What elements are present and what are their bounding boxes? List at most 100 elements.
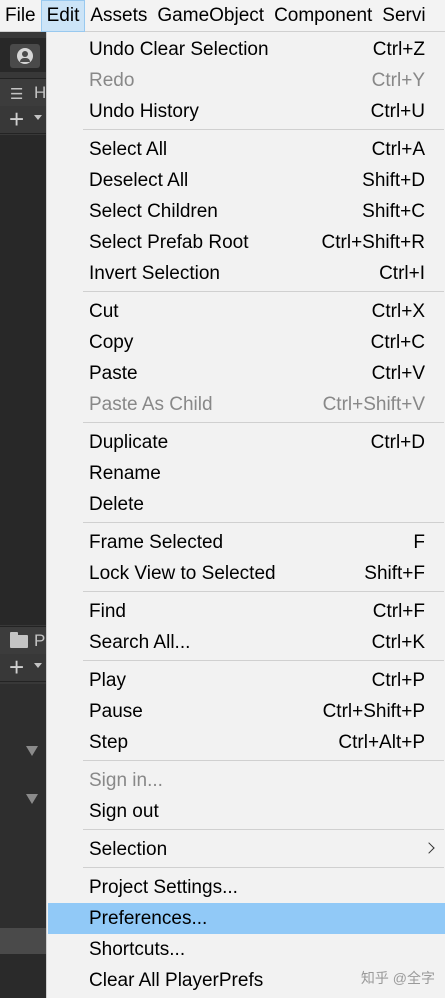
- menu-item-label: Paste As Child: [89, 394, 213, 415]
- expand-triangle-icon[interactable]: [26, 746, 38, 756]
- menu-item-preferences[interactable]: Preferences...: [48, 903, 445, 934]
- menu-item-rename[interactable]: Rename: [48, 458, 445, 489]
- menu-item-label: Shortcuts...: [89, 939, 186, 960]
- menu-item-select-all[interactable]: Select All Ctrl+A: [48, 134, 445, 165]
- editor-background: ☰ H + P +: [0, 32, 46, 998]
- add-icon[interactable]: +: [9, 104, 24, 135]
- menu-item-label: Invert Selection: [89, 263, 220, 284]
- menu-item-shortcut: Ctrl+V: [371, 363, 425, 384]
- menu-item-shortcut: F: [413, 532, 425, 553]
- menu-item-search-all[interactable]: Search All... Ctrl+K: [48, 627, 445, 658]
- project-tab[interactable]: P: [0, 626, 46, 654]
- menu-item-shortcut: Ctrl+K: [371, 632, 425, 653]
- chevron-down-icon[interactable]: [34, 663, 42, 668]
- menu-item-invert-selection[interactable]: Invert Selection Ctrl+I: [48, 258, 445, 289]
- menu-item-shortcut: Ctrl+Shift+R: [321, 232, 425, 253]
- project-toolbar: +: [0, 652, 46, 683]
- menu-item-undo-history[interactable]: Undo History Ctrl+U: [48, 96, 445, 127]
- menu-item-label: Pause: [89, 701, 143, 722]
- menu-item-label: Paste: [89, 363, 138, 384]
- menu-item-label: Lock View to Selected: [89, 563, 276, 584]
- menu-item-label: Clear All PlayerPrefs: [89, 970, 264, 991]
- menu-item-label: Select All: [89, 139, 168, 160]
- menu-item-cut[interactable]: Cut Ctrl+X: [48, 296, 445, 327]
- menu-separator: [83, 522, 444, 523]
- menu-item-select-children[interactable]: Select Children Shift+C: [48, 196, 445, 227]
- bottom-panel: [0, 954, 46, 998]
- menu-item-label: Project Settings...: [89, 877, 238, 898]
- menu-item-deselect-all[interactable]: Deselect All Shift+D: [48, 165, 445, 196]
- menu-item-label: Redo: [89, 70, 135, 91]
- menu-separator: [83, 867, 444, 868]
- menu-item-selection[interactable]: Selection: [48, 834, 445, 865]
- menu-item-lock-view[interactable]: Lock View to Selected Shift+F: [48, 558, 445, 589]
- menu-component[interactable]: Component: [269, 0, 377, 32]
- menu-item-shortcut: Ctrl+Y: [371, 70, 425, 91]
- menu-item-project-settings[interactable]: Project Settings...: [48, 872, 445, 903]
- menu-item-label: Frame Selected: [89, 532, 224, 553]
- menu-item-label: Step: [89, 732, 129, 753]
- menu-item-select-prefab-root[interactable]: Select Prefab Root Ctrl+Shift+R: [48, 227, 445, 258]
- menu-item-shortcut: Ctrl+P: [371, 670, 425, 691]
- menu-item-duplicate[interactable]: Duplicate Ctrl+D: [48, 427, 445, 458]
- menu-item-shortcut: Ctrl+I: [379, 263, 425, 284]
- expand-triangle-icon[interactable]: [26, 794, 38, 804]
- menu-item-label: Sign in...: [89, 770, 163, 791]
- account-button[interactable]: [10, 44, 40, 68]
- chevron-down-icon[interactable]: [34, 115, 42, 120]
- menu-item-shortcut: Ctrl+C: [370, 332, 425, 353]
- menu-separator: [83, 422, 444, 423]
- menu-edit[interactable]: Edit: [40, 0, 86, 32]
- menu-separator: [83, 829, 444, 830]
- menu-item-paste[interactable]: Paste Ctrl+V: [48, 358, 445, 389]
- project-tree-panel: [0, 684, 46, 928]
- menu-item-label: Deselect All: [89, 170, 189, 191]
- menu-item-label: Copy: [89, 332, 134, 353]
- menu-item-sign-out[interactable]: Sign out: [48, 796, 445, 827]
- menu-item-shortcut: Ctrl+Z: [372, 39, 425, 60]
- menu-item-undo[interactable]: Undo Clear Selection Ctrl+Z: [48, 34, 445, 65]
- menu-item-shortcut: Ctrl+A: [371, 139, 425, 160]
- menu-item-shortcut: Ctrl+Shift+V: [322, 394, 425, 415]
- folder-icon: [10, 632, 28, 648]
- hierarchy-tab-label: H: [34, 83, 47, 102]
- menu-item-sign-in[interactable]: Sign in...: [48, 765, 445, 796]
- menu-item-copy[interactable]: Copy Ctrl+C: [48, 327, 445, 358]
- menu-item-shortcut: Ctrl+F: [372, 601, 425, 622]
- selected-row[interactable]: [0, 928, 46, 954]
- menu-item-label: Find: [89, 601, 126, 622]
- menu-item-paste-as-child[interactable]: Paste As Child Ctrl+Shift+V: [48, 389, 445, 420]
- watermark: 知乎 @全字: [360, 970, 435, 986]
- menu-item-label: Play: [89, 670, 126, 691]
- menubar: File Edit Assets GameObject Component Se…: [0, 0, 445, 32]
- hierarchy-search-bar: [0, 135, 46, 159]
- menu-item-redo[interactable]: Redo Ctrl+Y: [48, 65, 445, 96]
- menu-item-find[interactable]: Find Ctrl+F: [48, 596, 445, 627]
- menu-item-label: Selection: [89, 839, 168, 860]
- menu-gameobject[interactable]: GameObject: [152, 0, 269, 32]
- menu-item-frame-selected[interactable]: Frame Selected F: [48, 527, 445, 558]
- edit-menu-dropdown: Undo Clear Selection Ctrl+Z Redo Ctrl+Y …: [46, 32, 445, 998]
- menu-item-label: Duplicate: [89, 432, 169, 453]
- menu-item-label: Cut: [89, 301, 119, 322]
- menu-item-delete[interactable]: Delete: [48, 489, 445, 520]
- account-icon: [17, 48, 33, 64]
- menu-item-shortcut: Ctrl+X: [371, 301, 425, 322]
- hierarchy-tab[interactable]: ☰ H: [0, 78, 46, 106]
- menu-file[interactable]: File: [0, 0, 41, 32]
- menu-item-shortcut: Shift+C: [362, 201, 425, 222]
- menu-separator: [83, 291, 444, 292]
- add-icon[interactable]: +: [9, 652, 24, 683]
- menu-assets[interactable]: Assets: [85, 0, 152, 32]
- menu-item-label: Rename: [89, 463, 161, 484]
- menu-item-shortcut: Shift+F: [364, 563, 425, 584]
- menu-item-label: Preferences...: [89, 908, 208, 929]
- menu-services[interactable]: Servi: [377, 0, 430, 32]
- menu-item-label: Delete: [89, 494, 144, 515]
- menu-item-label: Select Children: [89, 201, 218, 222]
- menu-separator: [83, 760, 444, 761]
- menu-item-step[interactable]: Step Ctrl+Alt+P: [48, 727, 445, 758]
- menu-item-pause[interactable]: Pause Ctrl+Shift+P: [48, 696, 445, 727]
- menu-item-shortcuts[interactable]: Shortcuts...: [48, 934, 445, 965]
- menu-item-play[interactable]: Play Ctrl+P: [48, 665, 445, 696]
